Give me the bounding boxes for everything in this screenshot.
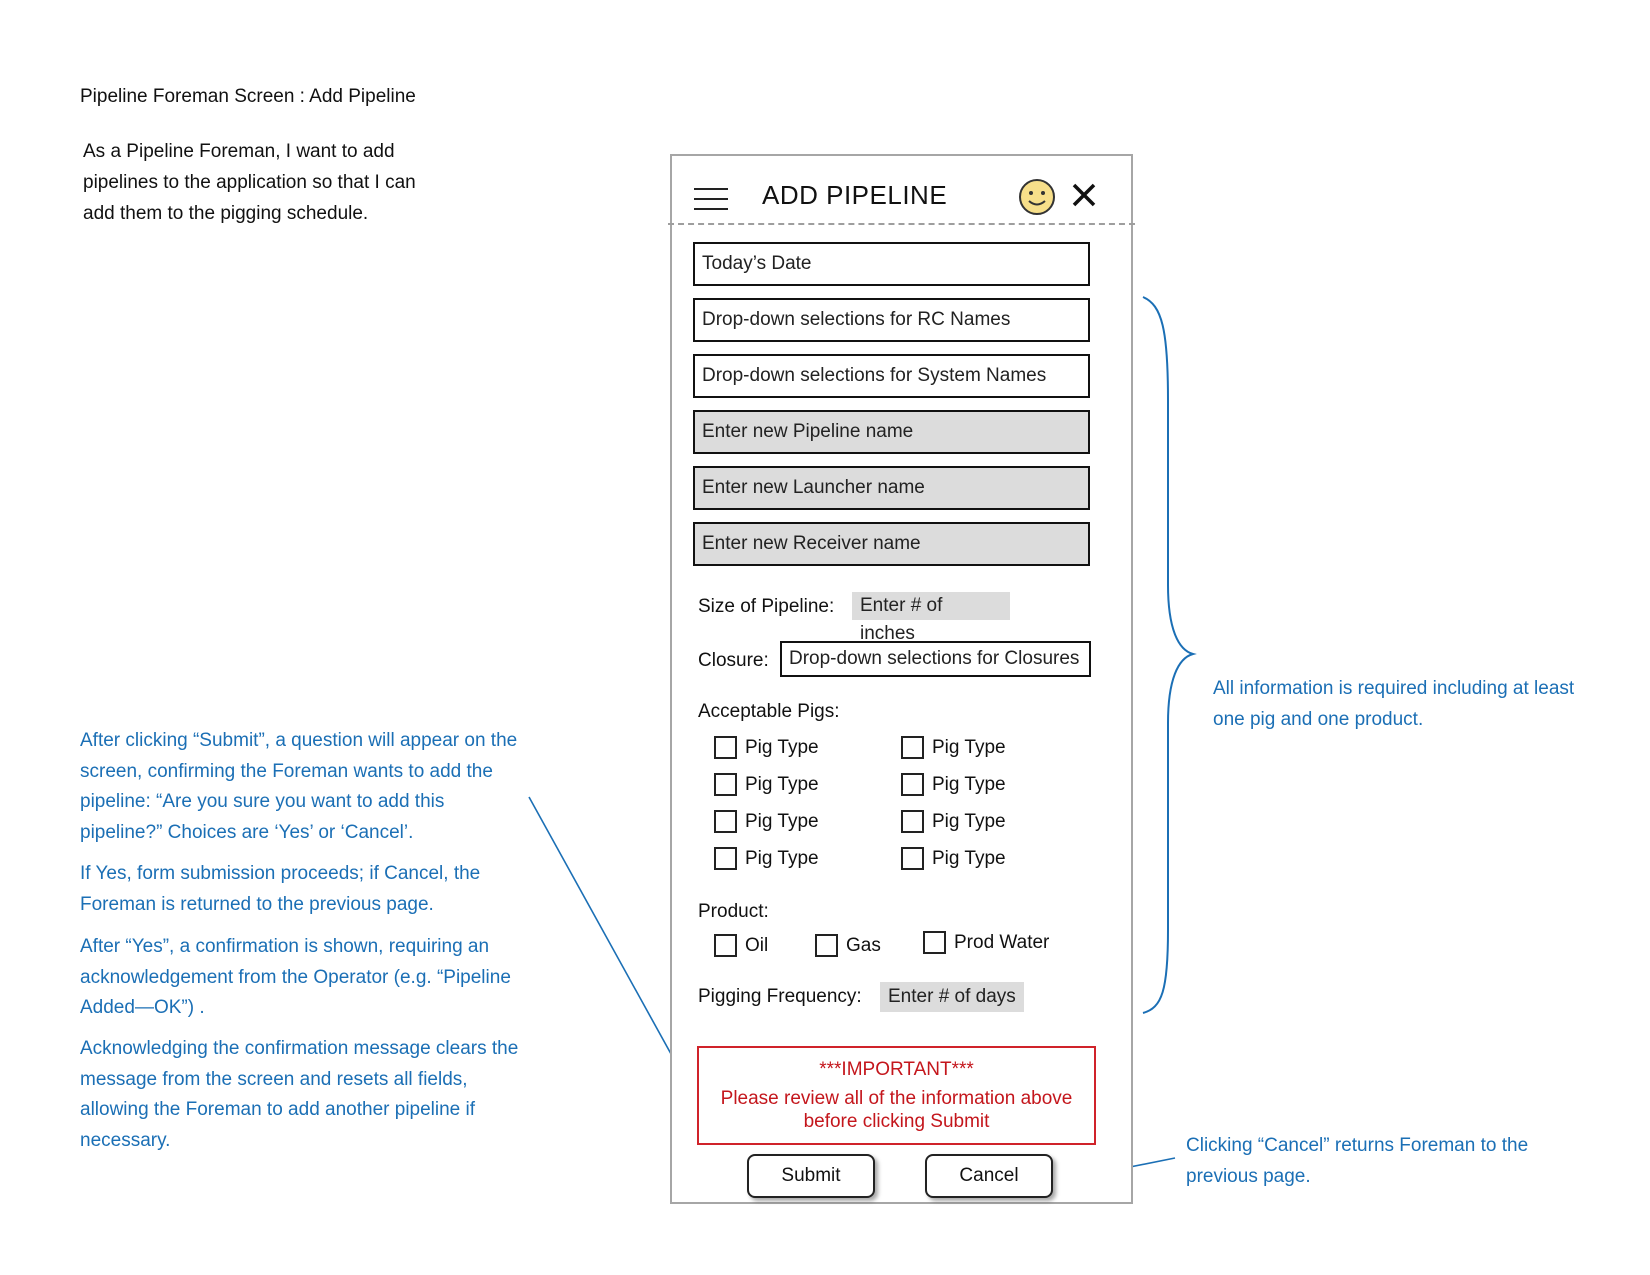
launcher-name-input[interactable]: Enter new Launcher name <box>693 466 1090 510</box>
pig-type-label: Pig Type <box>932 736 1006 758</box>
checkbox-square[interactable] <box>714 773 737 796</box>
checkbox-square[interactable] <box>714 736 737 759</box>
header-divider <box>668 223 1135 225</box>
pig-type-label: Pig Type <box>745 847 819 869</box>
checkbox-square[interactable] <box>901 736 924 759</box>
pig-type-label: Pig Type <box>932 810 1006 832</box>
checkbox-square[interactable] <box>901 810 924 833</box>
system-names-dropdown[interactable]: Drop-down selections for System Names <box>693 354 1090 398</box>
product-label: Product: <box>698 901 769 922</box>
acceptable-pigs-label: Acceptable Pigs: <box>698 701 840 722</box>
important-line-1: Please review all of the information abo… <box>720 1088 1073 1109</box>
pig-type-label: Pig Type <box>932 847 1006 869</box>
pipeline-name-input[interactable]: Enter new Pipeline name <box>693 410 1090 454</box>
add-pipeline-form: ADD PIPELINE Today’s Date Drop-down sele… <box>668 154 1135 1204</box>
size-input[interactable]: Enter # of inches <box>852 592 1010 644</box>
pig-type-checkbox[interactable]: Pig Type <box>714 736 819 759</box>
product-oil-label: Oil <box>745 934 769 956</box>
product-prod-water-label: Prod Water <box>954 931 1050 953</box>
pig-type-checkbox[interactable]: Pig Type <box>901 736 1006 759</box>
smiley-face-icon[interactable] <box>1018 178 1056 216</box>
closure-dropdown[interactable]: Drop-down selections for Closures <box>780 641 1091 677</box>
product-prod-water-checkbox[interactable]: Prod Water <box>923 931 1049 954</box>
pig-type-checkbox[interactable]: Pig Type <box>901 773 1006 796</box>
pig-type-checkbox[interactable]: Pig Type <box>714 810 819 833</box>
product-gas-label: Gas <box>846 934 881 956</box>
submit-button[interactable]: Submit <box>747 1154 875 1198</box>
checkbox-square[interactable] <box>901 773 924 796</box>
closure-label: Closure: <box>698 650 769 671</box>
checkbox-square[interactable] <box>901 847 924 870</box>
pigging-frequency-label: Pigging Frequency: <box>698 986 862 1007</box>
pigging-frequency-input[interactable]: Enter # of days <box>880 982 1024 1012</box>
size-label: Size of Pipeline: <box>698 596 835 617</box>
pig-type-checkbox[interactable]: Pig Type <box>901 847 1006 870</box>
rc-names-dropdown[interactable]: Drop-down selections for RC Names <box>693 298 1090 342</box>
pig-type-label: Pig Type <box>745 773 819 795</box>
product-oil-checkbox[interactable]: Oil <box>714 934 768 957</box>
pig-type-checkbox[interactable]: Pig Type <box>901 810 1006 833</box>
pig-type-checkbox[interactable]: Pig Type <box>714 773 819 796</box>
hamburger-menu-icon[interactable] <box>694 188 728 210</box>
cancel-button[interactable]: Cancel <box>925 1154 1053 1198</box>
required-brace <box>1142 296 1197 1014</box>
checkbox-square[interactable] <box>815 934 838 957</box>
checkbox-square[interactable] <box>923 931 946 954</box>
important-line-2: before clicking Submit <box>803 1111 990 1132</box>
checkbox-square[interactable] <box>714 810 737 833</box>
important-notice: ***IMPORTANT*** Please review all of the… <box>697 1046 1096 1145</box>
pig-type-checkbox[interactable]: Pig Type <box>714 847 819 870</box>
pig-type-label: Pig Type <box>932 773 1006 795</box>
pig-type-label: Pig Type <box>745 810 819 832</box>
important-title: ***IMPORTANT*** <box>819 1059 974 1080</box>
todays-date-field[interactable]: Today’s Date <box>693 242 1090 286</box>
form-title: ADD PIPELINE <box>762 180 948 210</box>
form-header: ADD PIPELINE <box>672 156 1131 224</box>
product-gas-checkbox[interactable]: Gas <box>815 934 881 957</box>
receiver-name-input[interactable]: Enter new Receiver name <box>693 522 1090 566</box>
checkbox-square[interactable] <box>714 934 737 957</box>
pig-type-label: Pig Type <box>745 736 819 758</box>
close-x-icon[interactable] <box>1071 182 1097 208</box>
checkbox-square[interactable] <box>714 847 737 870</box>
